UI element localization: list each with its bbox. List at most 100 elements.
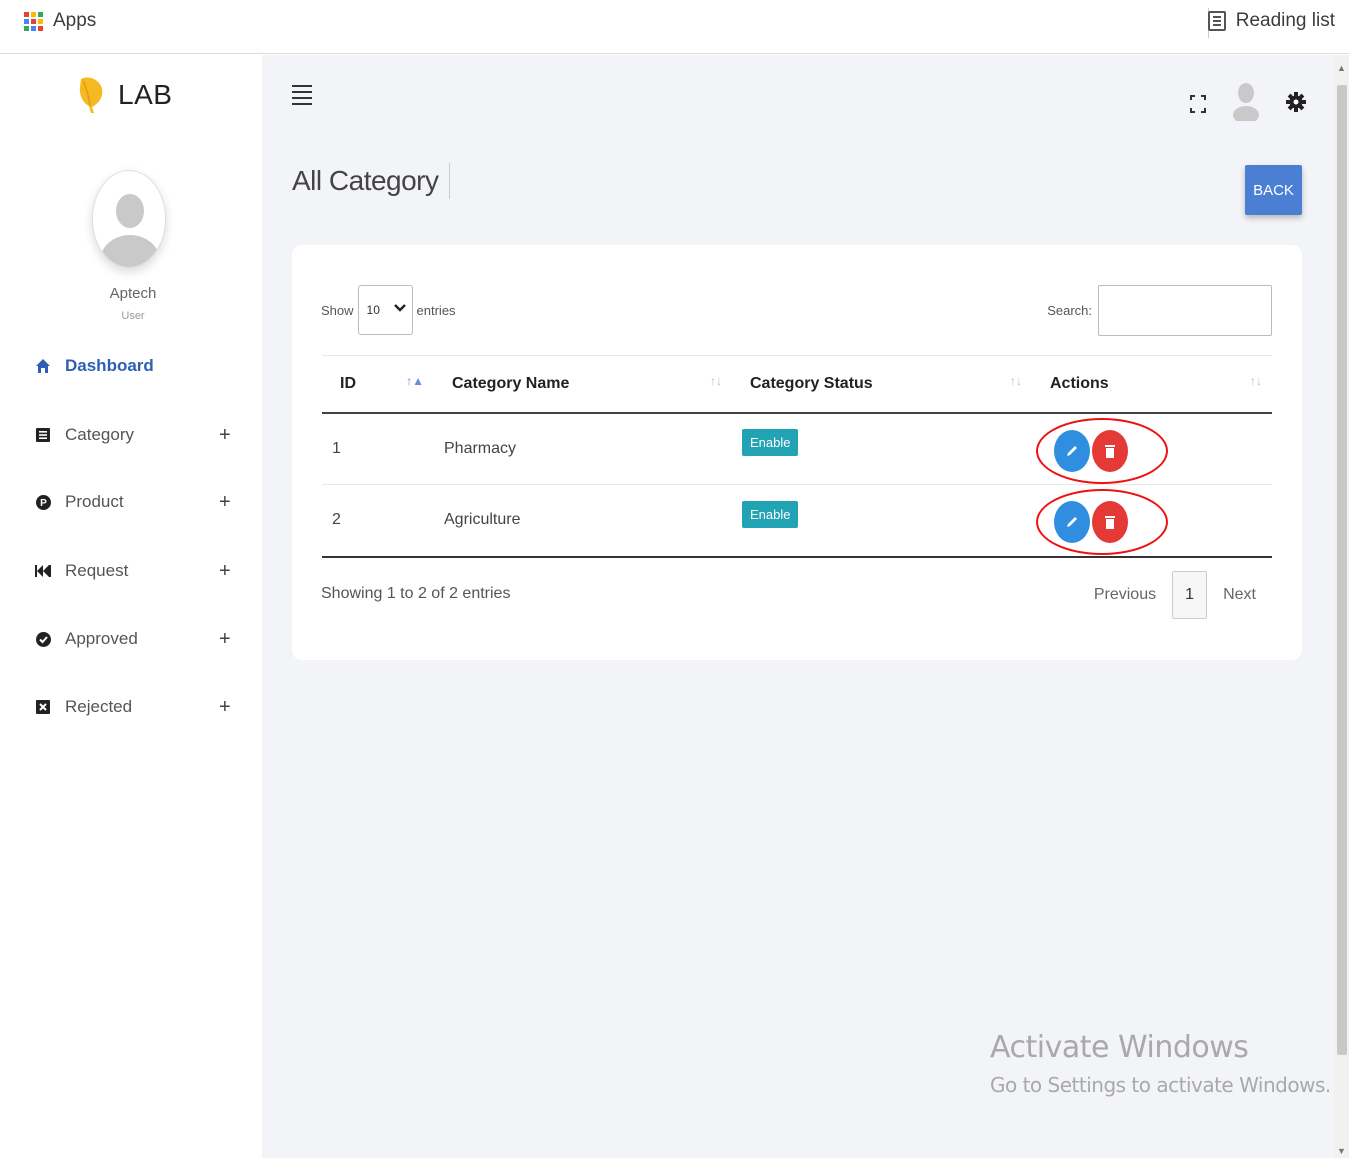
leaf-logo-icon (79, 77, 103, 113)
scroll-down-arrow-icon[interactable]: ▼ (1337, 1146, 1346, 1156)
search-control: Search: (1047, 285, 1272, 336)
apps-shortcut[interactable]: Apps (24, 10, 96, 32)
delete-button[interactable] (1092, 501, 1128, 544)
sidebar-item-product[interactable]: P Product + (0, 484, 262, 520)
reading-list-label: Reading list (1235, 10, 1335, 31)
menu-toggle-icon[interactable] (292, 85, 312, 105)
sidebar-item-label: Dashboard (65, 356, 154, 375)
entries-length-control: Show 10 entries (321, 285, 456, 335)
entries-label: entries (416, 302, 456, 318)
reading-list-button[interactable]: Reading list (1207, 10, 1335, 32)
fast-forward-icon (35, 563, 51, 579)
cell-id: 1 (332, 439, 341, 457)
windows-activation-watermark: Activate Windows Go to Settings to activ… (990, 1030, 1331, 1097)
category-table-card: Show 10 entries Search: ID ↑▲ Category Na… (292, 245, 1302, 660)
expand-plus-icon[interactable]: + (219, 696, 231, 719)
sort-asc-icon: ↑▲ (406, 374, 424, 388)
status-badge: Enable (742, 500, 799, 528)
table-row: 2 Agriculture Enable (322, 485, 1272, 557)
row-actions (1036, 487, 1184, 556)
sidebar-item-label: Rejected (65, 697, 133, 716)
top-toolbar (1190, 81, 1306, 126)
delete-button[interactable] (1092, 429, 1128, 472)
sort-icon: ↑↓ (710, 374, 722, 388)
fullscreen-icon[interactable] (1190, 94, 1206, 113)
cell-actions (1032, 485, 1272, 557)
user-role: User (121, 310, 145, 322)
logo-text: LAB (118, 79, 173, 110)
reading-list-icon (1207, 11, 1226, 31)
user-placeholder-icon (93, 171, 165, 267)
expand-plus-icon[interactable]: + (219, 628, 231, 651)
cell-status: Enable (732, 413, 1032, 485)
column-header-category-status[interactable]: Category Status ↑↓ (732, 356, 1032, 413)
sidebar-item-dashboard[interactable]: Dashboard (0, 348, 262, 384)
table-row: 1 Pharmacy Enable (322, 413, 1272, 485)
gear-icon[interactable] (1286, 91, 1306, 117)
column-header-category-name[interactable]: Category Name ↑↓ (434, 356, 732, 413)
cell-category-name: Agriculture (444, 511, 521, 529)
bookmarks-bar: Apps Reading list (0, 0, 1349, 54)
apps-label: Apps (53, 10, 97, 31)
sidebar-item-approved[interactable]: Approved + (0, 621, 262, 657)
logo[interactable]: LAB (78, 75, 172, 115)
back-button[interactable]: BACK (1245, 165, 1302, 215)
next-page-button[interactable]: Next (1223, 586, 1256, 604)
user-avatar[interactable] (92, 170, 166, 268)
home-icon (35, 358, 51, 374)
user-name: Aptech (109, 285, 157, 302)
sidebar-item-label: Approved (65, 629, 138, 648)
expand-plus-icon[interactable]: + (219, 424, 231, 447)
edit-button[interactable] (1054, 429, 1090, 472)
column-header-id[interactable]: ID ↑▲ (322, 356, 434, 413)
sidebar-item-category[interactable]: Category + (0, 417, 262, 453)
cell-actions (1032, 413, 1272, 485)
x-square-icon (35, 699, 51, 715)
svg-text:P: P (40, 498, 47, 509)
entries-select[interactable]: 10 (357, 285, 413, 335)
pagination: Previous 1 Next (1094, 571, 1256, 619)
main-content: All Category BACK Show 10 entries Search… (262, 55, 1334, 1158)
sidebar-item-label: Product (65, 492, 124, 511)
expand-plus-icon[interactable]: + (219, 491, 231, 514)
table-header-row: ID ↑▲ Category Name ↑↓ Category Status ↑↓ A… (322, 355, 1272, 413)
trash-icon (1105, 444, 1115, 458)
search-label: Search: (1047, 303, 1092, 318)
search-input[interactable] (1098, 285, 1272, 336)
apps-grid-icon (24, 11, 43, 31)
status-badge: Enable (742, 429, 799, 457)
chevron-down-icon (393, 300, 406, 316)
cell-status: Enable (732, 485, 1032, 557)
page-scrollbar[interactable]: ▲ ▼ (1334, 55, 1349, 1158)
pencil-icon (1067, 445, 1077, 456)
edit-button[interactable] (1054, 501, 1090, 544)
show-label: Show (321, 302, 354, 318)
cell-id: 2 (332, 511, 341, 529)
table-info: Showing 1 to 2 of 2 entries (321, 585, 511, 602)
sidebar-item-rejected[interactable]: Rejected + (0, 689, 262, 725)
user-menu-avatar-icon[interactable] (1232, 81, 1260, 126)
sidebar-item-label: Request (65, 561, 129, 580)
row-actions (1036, 416, 1184, 484)
pencil-icon (1067, 517, 1077, 528)
sidebar-item-request[interactable]: Request + (0, 553, 262, 589)
page-1-button[interactable]: 1 (1172, 571, 1208, 619)
sort-icon: ↑↓ (1250, 374, 1262, 388)
page-title: All Category (292, 163, 450, 199)
watermark-title: Activate Windows (990, 1030, 1249, 1065)
previous-page-button[interactable]: Previous (1094, 586, 1156, 604)
column-header-actions[interactable]: Actions ↑↓ (1032, 356, 1272, 413)
sort-icon: ↑↓ (1010, 374, 1022, 388)
trash-icon (1105, 516, 1115, 530)
scroll-up-arrow-icon[interactable]: ▲ (1337, 63, 1346, 73)
cell-category-name: Pharmacy (444, 439, 517, 457)
list-icon (35, 427, 51, 443)
product-p-icon: P (35, 494, 51, 510)
entries-select-value: 10 (366, 303, 380, 317)
category-table: ID ↑▲ Category Name ↑↓ Category Status ↑↓ A… (322, 355, 1272, 558)
scrollbar-thumb[interactable] (1337, 85, 1347, 1055)
sidebar-item-label: Category (65, 425, 134, 444)
expand-plus-icon[interactable]: + (219, 560, 231, 583)
watermark-subtitle: Go to Settings to activate Windows. (990, 1073, 1331, 1097)
sidebar: LAB Aptech User Dashboard Category + P P… (0, 55, 262, 1158)
